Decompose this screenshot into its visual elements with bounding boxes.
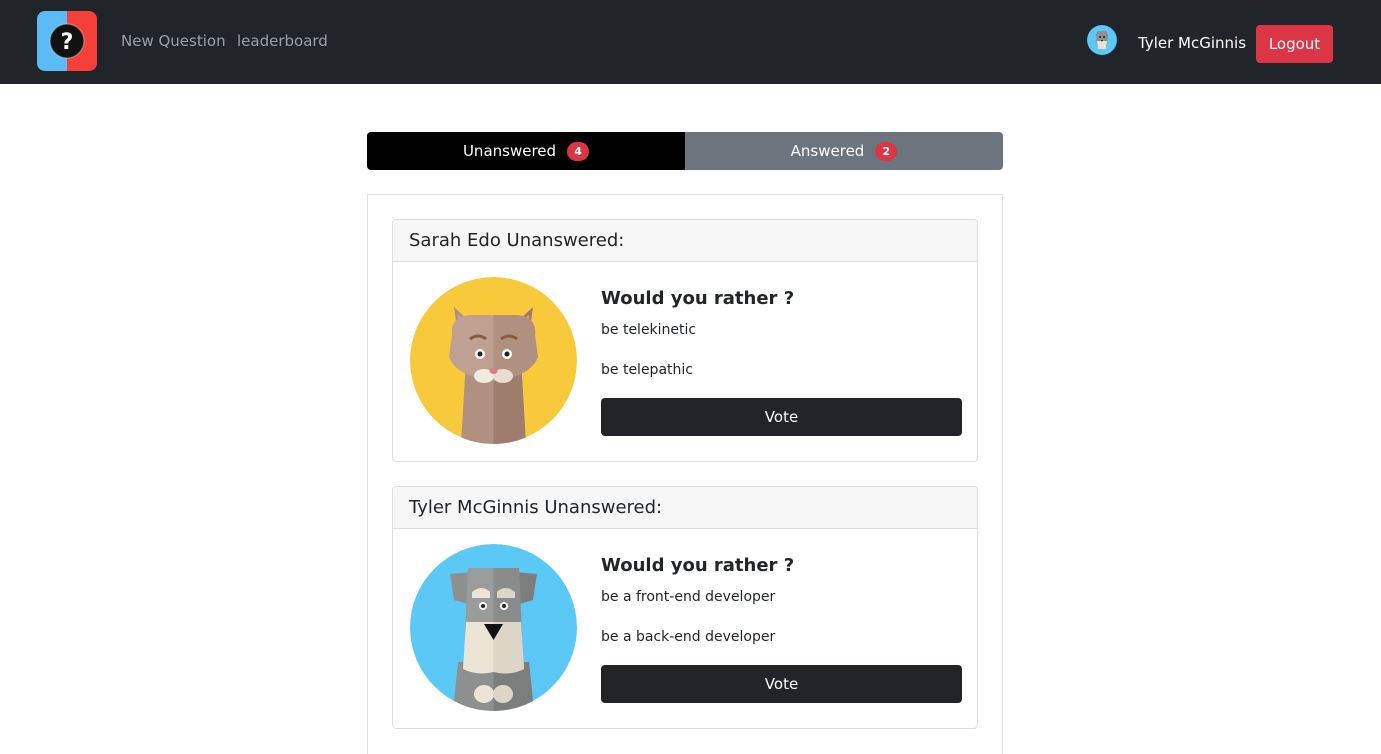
option-two-text: be a back-end developer bbox=[601, 629, 776, 645]
answered-count-badge: 2 bbox=[875, 141, 898, 161]
nav-link-new-question[interactable]: New Question bbox=[121, 30, 226, 52]
tab-label: Unanswered bbox=[462, 142, 557, 160]
tab-answered[interactable]: Answered 2 bbox=[685, 132, 1003, 170]
question-card: Sarah Edo Unanswered: Would you rather ?… bbox=[392, 219, 978, 462]
vote-button[interactable]: Vote bbox=[601, 398, 962, 436]
question-tabs: Unanswered 4 Answered 2 bbox=[367, 132, 1003, 170]
svg-text:?: ? bbox=[61, 30, 74, 55]
option-one-text: be a front-end developer bbox=[601, 589, 776, 605]
nav-link-leaderboard[interactable]: leaderboard bbox=[237, 30, 328, 52]
question-title: Would you rather ? bbox=[601, 555, 795, 576]
user-avatar bbox=[1087, 25, 1117, 55]
question-title: Would you rather ? bbox=[601, 288, 795, 309]
option-two-text: be telepathic bbox=[601, 362, 693, 378]
cat-avatar-icon bbox=[410, 277, 577, 444]
card-header: Sarah Edo Unanswered: bbox=[393, 220, 977, 262]
vote-button[interactable]: Vote bbox=[601, 665, 962, 703]
question-card: Tyler McGinnis Unanswered: Would you rat… bbox=[392, 486, 978, 729]
tab-label: Answered bbox=[790, 142, 865, 160]
logout-button[interactable]: Logout bbox=[1256, 25, 1333, 63]
top-navbar: ? New Question leaderboard Tyler McGinni… bbox=[0, 0, 1381, 84]
current-user-name: Tyler McGinnis bbox=[1138, 34, 1247, 52]
option-one-text: be telekinetic bbox=[601, 322, 697, 338]
question-mark-logo-icon[interactable]: ? bbox=[37, 11, 97, 71]
card-header: Tyler McGinnis Unanswered: bbox=[393, 487, 977, 529]
dog-avatar-icon bbox=[410, 544, 577, 711]
unanswered-count-badge: 4 bbox=[567, 141, 590, 161]
tab-unanswered[interactable]: Unanswered 4 bbox=[367, 132, 685, 170]
